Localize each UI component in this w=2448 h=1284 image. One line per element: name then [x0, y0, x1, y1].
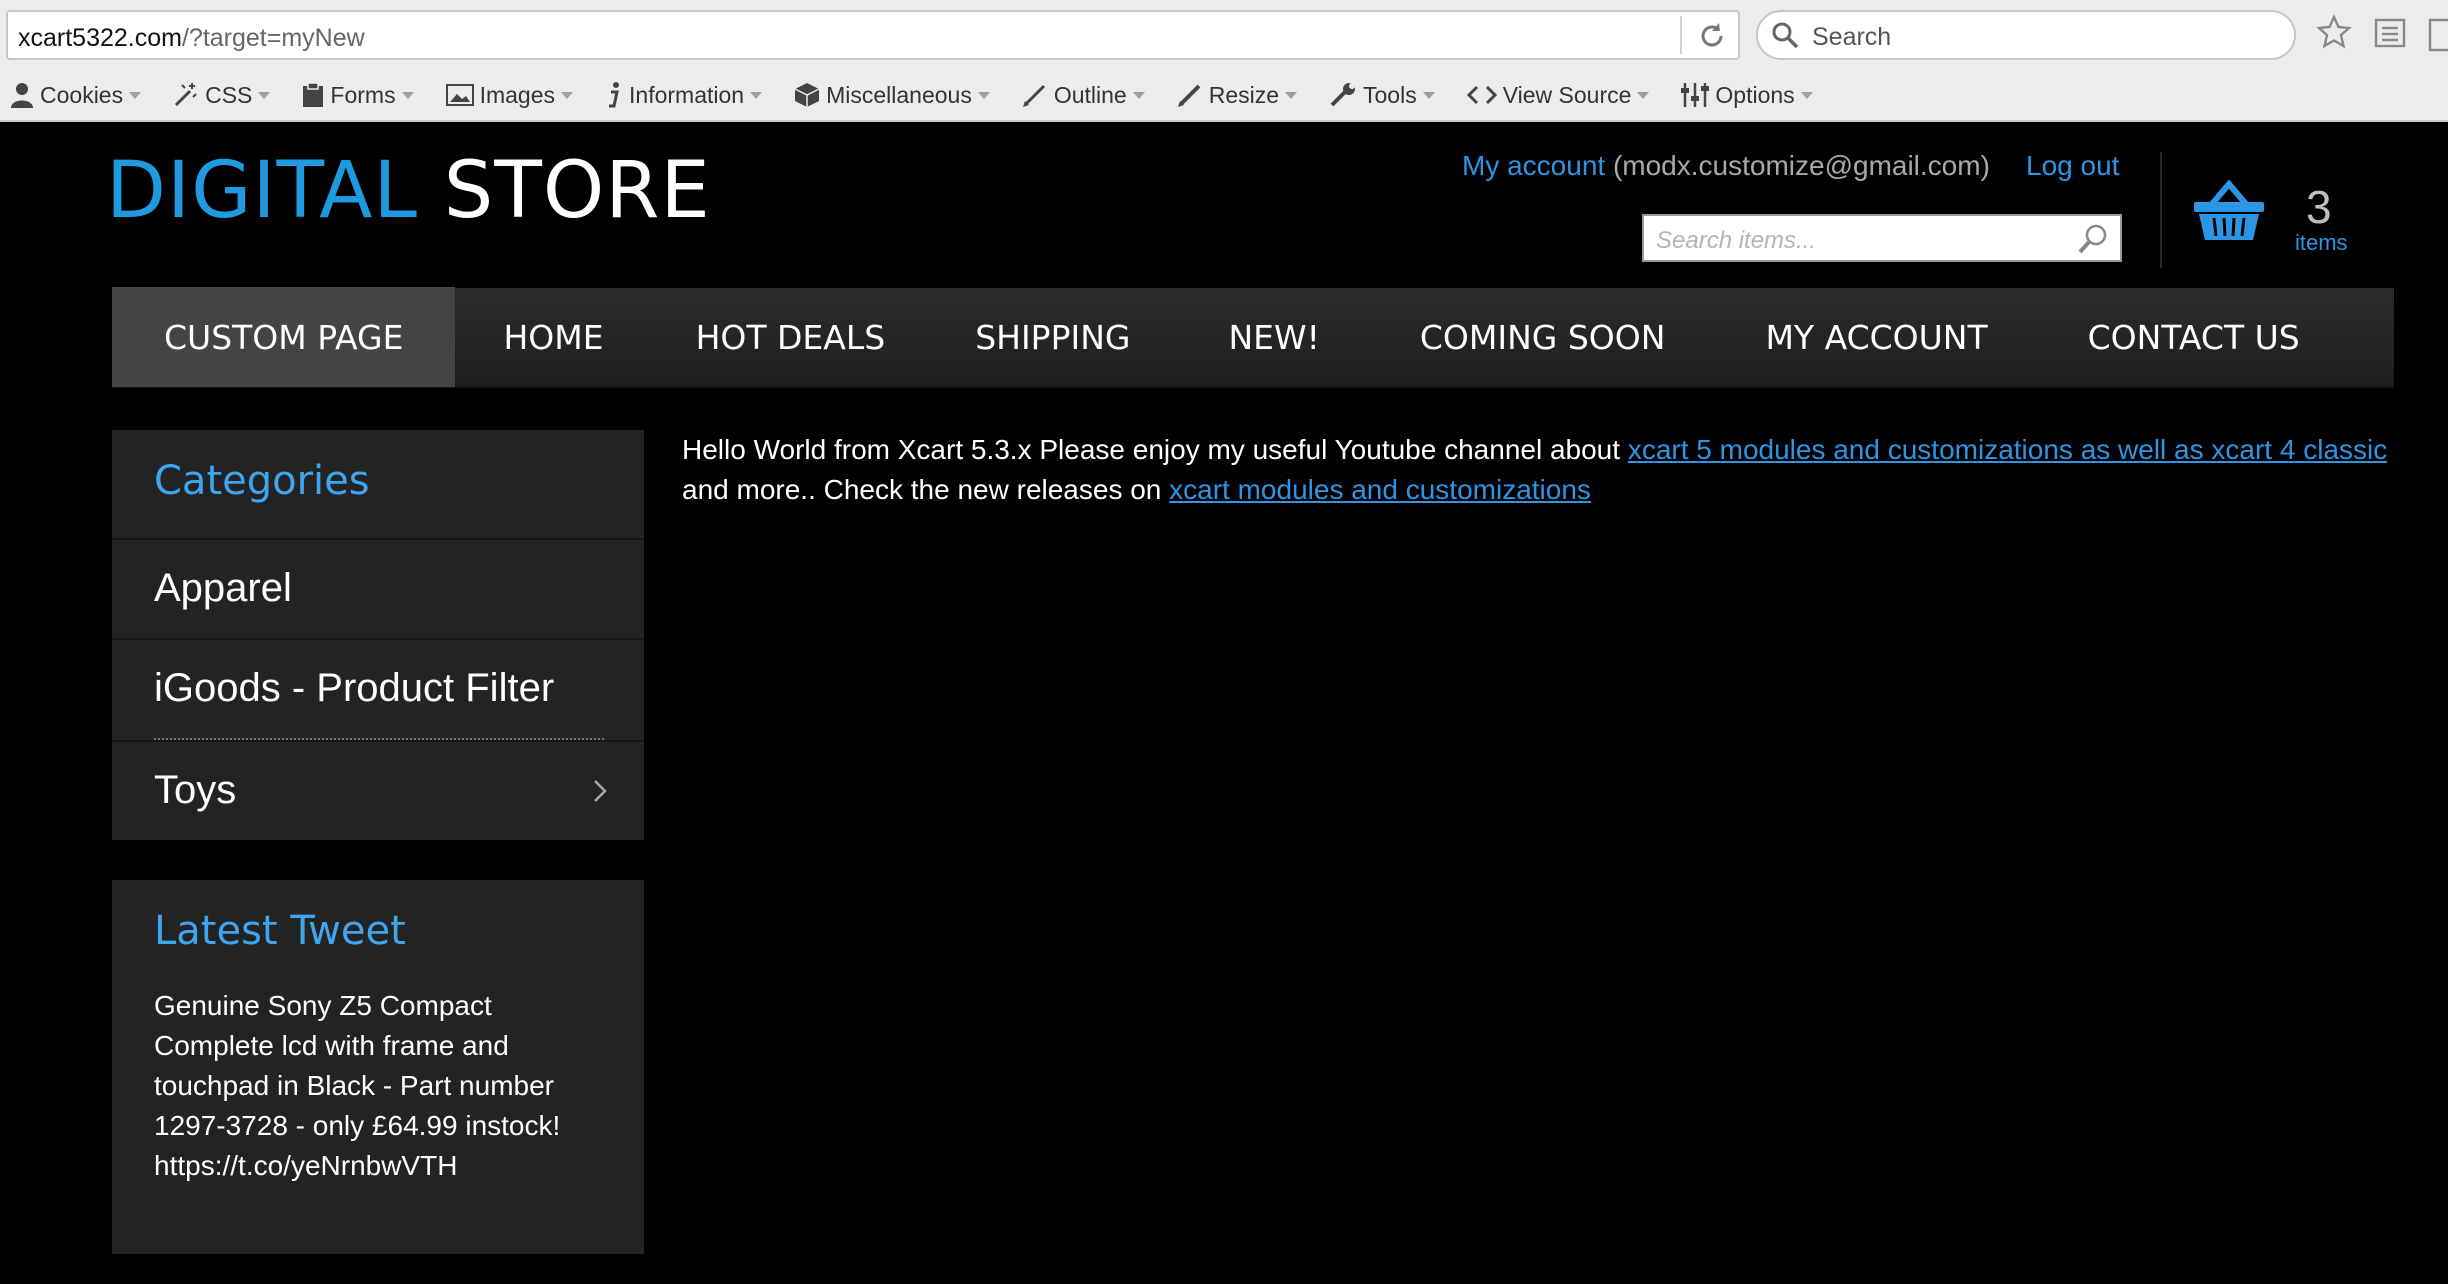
- category-label: iGoods - Product Filter: [154, 666, 555, 710]
- category-toys[interactable]: Toys: [112, 740, 644, 840]
- logo-word-store: STORE: [443, 146, 711, 236]
- devbar-label: Cookies: [40, 81, 124, 108]
- devbar-outline[interactable]: Outline: [1022, 75, 1145, 115]
- nav-new[interactable]: NEW!: [1178, 287, 1369, 387]
- url-bar[interactable]: xcart5322.com/?target=myNew: [6, 10, 1740, 60]
- browser-toolbar: xcart5322.com/?target=myNew Search: [0, 0, 2448, 70]
- devbar-label: Miscellaneous: [826, 81, 972, 108]
- devbar-label: CSS: [205, 81, 253, 108]
- url-host: xcart5322.com: [18, 24, 182, 52]
- sliders-icon: [1681, 83, 1710, 107]
- item-search-placeholder: Search items...: [1656, 227, 1817, 254]
- devbar-cookies[interactable]: Cookies: [10, 75, 142, 115]
- devbar-label: Outline: [1053, 81, 1127, 108]
- devbar-resize[interactable]: Resize: [1177, 75, 1298, 115]
- devbar-information[interactable]: Information: [605, 75, 763, 115]
- browser-search-box[interactable]: Search: [1756, 10, 2296, 60]
- web-developer-toolbar: Cookies CSS Forms Images Information Mis…: [0, 70, 2448, 122]
- youtube-channel-link[interactable]: xcart 5 modules and customizations as we…: [1628, 434, 2387, 465]
- nav-home[interactable]: HOME: [455, 287, 649, 387]
- content-text-1: Hello World from Xcart 5.3.x Please enjo…: [682, 434, 1628, 465]
- caret-down-icon: [1285, 91, 1298, 99]
- url-text: xcart5322.com/?target=myNew: [18, 24, 365, 53]
- browser-search-placeholder: Search: [1812, 23, 1892, 51]
- devbar-label: Forms: [330, 81, 396, 108]
- code-icon: [1466, 85, 1497, 105]
- account-email: (modx.customize@gmail.com): [1612, 150, 1990, 181]
- devbar-label: Images: [479, 81, 556, 108]
- cube-icon: [794, 83, 820, 107]
- image-icon: [445, 84, 474, 106]
- logo-word-digital: DIGITAL: [106, 146, 418, 236]
- nav-coming-soon[interactable]: COMING SOON: [1370, 287, 1716, 387]
- nav-hot-deals[interactable]: HOT DEALS: [650, 287, 932, 387]
- magic-wand-icon: [175, 83, 197, 107]
- caret-down-icon: [750, 91, 763, 99]
- chevron-right-icon[interactable]: [592, 778, 608, 804]
- devbar-forms[interactable]: Forms: [302, 75, 414, 115]
- devbar-label: Options: [1715, 81, 1795, 108]
- account-line: My account (modx.customize@gmail.com): [1462, 150, 1990, 182]
- store-logo[interactable]: DIGITAL STORE: [106, 146, 711, 236]
- devbar-tools[interactable]: Tools: [1329, 75, 1435, 115]
- devbar-images[interactable]: Images: [445, 75, 574, 115]
- bookmark-star-icon[interactable]: [2316, 14, 2352, 50]
- reload-icon[interactable]: [1694, 18, 1730, 54]
- devbar-label: View Source: [1502, 81, 1632, 108]
- caret-down-icon: [129, 91, 142, 99]
- caret-down-icon: [1637, 91, 1650, 99]
- caret-down-icon: [977, 91, 990, 99]
- category-label: Apparel: [154, 566, 292, 610]
- categories-box: Categories Apparel iGoods - Product Filt…: [112, 430, 644, 840]
- page-content: Hello World from Xcart 5.3.x Please enjo…: [682, 430, 2398, 510]
- cart-divider: [2160, 152, 2162, 268]
- nav-my-account[interactable]: MY ACCOUNT: [1715, 287, 2037, 387]
- devbar-label: Tools: [1363, 81, 1417, 108]
- pencil-icon: [1022, 84, 1045, 107]
- devbar-options[interactable]: Options: [1681, 75, 1813, 115]
- caret-down-icon: [1800, 91, 1813, 99]
- devbar-label: Resize: [1208, 81, 1280, 108]
- tweet-text: Genuine Sony Z5 Compact Complete lcd wit…: [154, 990, 561, 1181]
- reading-list-icon[interactable]: [2372, 14, 2408, 50]
- my-account-link[interactable]: My account: [1462, 150, 1605, 181]
- latest-tweet-box: Latest Tweet Genuine Sony Z5 Compact Com…: [112, 880, 644, 1254]
- toolbar-overflow-icon[interactable]: [2426, 18, 2448, 52]
- nav-shipping[interactable]: SHIPPING: [931, 287, 1178, 387]
- category-label: Toys: [154, 768, 237, 812]
- category-apparel[interactable]: Apparel: [112, 538, 644, 640]
- url-divider: [1680, 16, 1682, 54]
- devbar-view-source[interactable]: View Source: [1466, 75, 1650, 115]
- category-igoods-product-filter[interactable]: iGoods - Product Filter: [112, 638, 644, 740]
- info-icon: [609, 82, 620, 108]
- main-nav: CUSTOM PAGE HOME HOT DEALS SHIPPING NEW!…: [112, 287, 2394, 388]
- caret-down-icon: [258, 91, 271, 99]
- search-icon: [1772, 22, 1799, 49]
- item-search-input[interactable]: Search items...: [1642, 214, 2122, 262]
- devbar-miscellaneous[interactable]: Miscellaneous: [794, 75, 990, 115]
- nav-contact-us[interactable]: CONTACT US: [2038, 287, 2350, 387]
- basket-icon[interactable]: [2192, 180, 2266, 242]
- person-icon: [11, 83, 33, 108]
- categories-title: Categories: [154, 458, 370, 504]
- cart-count[interactable]: 3: [2306, 180, 2332, 234]
- nav-custom-page[interactable]: CUSTOM PAGE: [112, 287, 456, 387]
- caret-down-icon: [401, 91, 414, 99]
- resize-pencil-icon: [1177, 84, 1201, 107]
- xcart-modules-link[interactable]: xcart modules and customizations: [1169, 474, 1591, 505]
- browser-window: xcart5322.com/?target=myNew Search Cooki…: [0, 0, 2448, 1284]
- devbar-label: Information: [629, 81, 745, 108]
- devbar-css[interactable]: CSS: [173, 75, 271, 115]
- wrench-icon: [1330, 83, 1356, 107]
- caret-down-icon: [1422, 91, 1435, 99]
- logout-link[interactable]: Log out: [2026, 150, 2119, 182]
- cart-items-label[interactable]: items: [2295, 230, 2348, 256]
- clipboard-icon: [303, 82, 324, 107]
- caret-down-icon: [1132, 91, 1145, 99]
- caret-down-icon: [561, 91, 574, 99]
- latest-tweet-title: Latest Tweet: [154, 908, 406, 954]
- url-path: /?target=myNew: [181, 24, 365, 52]
- magnifier-icon[interactable]: [2076, 222, 2110, 256]
- content-text-2: and more.. Check the new releases on: [682, 474, 1170, 505]
